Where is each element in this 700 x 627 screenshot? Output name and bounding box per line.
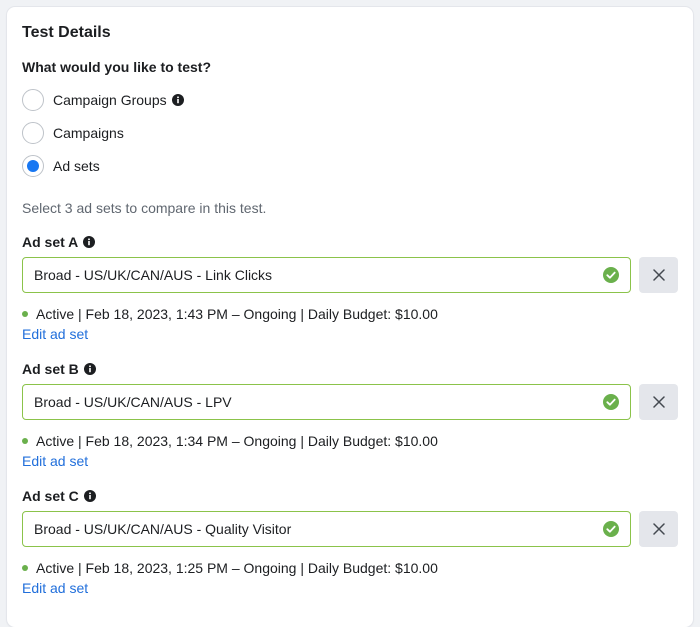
info-icon[interactable] — [83, 236, 96, 248]
adset-label: Ad set B — [22, 360, 678, 378]
close-icon — [652, 523, 665, 535]
adset-status: Active | Feb 18, 2023, 1:25 PM – Ongoing… — [22, 559, 678, 577]
adset-label-text: Ad set A — [22, 234, 79, 250]
test-type-radio-group: Campaign Groups Campaigns Ad sets — [22, 83, 678, 182]
radio-button[interactable] — [22, 88, 44, 111]
radio-selected-dot — [27, 159, 39, 172]
radio-label: Campaigns — [53, 124, 124, 141]
helper-text: Select 3 ad sets to compare in this test… — [22, 200, 267, 216]
adset-label: Ad set A — [22, 233, 678, 251]
adset-c-input[interactable]: Broad - US/UK/CAN/AUS - Quality Visitor — [22, 511, 631, 547]
adset-block-b: Ad set B Broad - US/UK/CAN/AUS - LPV Act… — [22, 360, 678, 471]
adset-block-a: Ad set A Broad - US/UK/CAN/AUS - Link Cl… — [22, 233, 678, 344]
info-icon[interactable] — [83, 490, 96, 502]
adset-status: Active | Feb 18, 2023, 1:34 PM – Ongoing… — [22, 432, 678, 450]
radio-option-ad-sets[interactable]: Ad sets — [22, 149, 678, 182]
adset-block-c: Ad set C Broad - US/UK/CAN/AUS - Quality… — [22, 487, 678, 598]
radio-button[interactable] — [22, 121, 44, 144]
radio-button-selected[interactable] — [22, 154, 44, 177]
info-icon[interactable] — [171, 93, 184, 106]
adset-status: Active | Feb 18, 2023, 1:43 PM – Ongoing… — [22, 305, 678, 323]
edit-adset-b-link[interactable]: Edit ad set — [22, 452, 88, 470]
adset-status-text: Active | Feb 18, 2023, 1:34 PM – Ongoing… — [36, 433, 438, 449]
info-icon[interactable] — [83, 363, 96, 375]
radio-label: Campaign Groups — [53, 91, 167, 108]
adset-label-text: Ad set C — [22, 488, 79, 504]
adset-b-input[interactable]: Broad - US/UK/CAN/AUS - LPV — [22, 384, 631, 420]
edit-adset-a-link[interactable]: Edit ad set — [22, 325, 88, 343]
check-circle-icon — [603, 267, 619, 283]
remove-adset-c-button[interactable] — [639, 511, 678, 547]
adset-input-value: Broad - US/UK/CAN/AUS - Quality Visitor — [34, 521, 292, 537]
radio-option-campaigns[interactable]: Campaigns — [22, 116, 678, 149]
check-circle-icon — [603, 521, 619, 537]
adset-status-text: Active | Feb 18, 2023, 1:25 PM – Ongoing… — [36, 560, 438, 576]
test-type-question: What would you like to test? — [22, 59, 211, 75]
close-icon — [652, 396, 665, 408]
active-status-dot — [22, 311, 28, 317]
close-icon — [652, 269, 665, 281]
remove-adset-b-button[interactable] — [639, 384, 678, 420]
adset-label-text: Ad set B — [22, 361, 79, 377]
remove-adset-a-button[interactable] — [639, 257, 678, 293]
active-status-dot — [22, 438, 28, 444]
adset-input-value: Broad - US/UK/CAN/AUS - LPV — [34, 394, 232, 410]
radio-option-campaign-groups[interactable]: Campaign Groups — [22, 83, 678, 116]
edit-adset-c-link[interactable]: Edit ad set — [22, 579, 88, 597]
adset-status-text: Active | Feb 18, 2023, 1:43 PM – Ongoing… — [36, 306, 438, 322]
check-circle-icon — [603, 394, 619, 410]
test-details-card: Test Details What would you like to test… — [7, 7, 693, 627]
adset-input-value: Broad - US/UK/CAN/AUS - Link Clicks — [34, 267, 273, 283]
adset-row: Broad - US/UK/CAN/AUS - LPV — [22, 384, 678, 420]
adset-row: Broad - US/UK/CAN/AUS - Quality Visitor — [22, 511, 678, 547]
adset-label: Ad set C — [22, 487, 678, 505]
adset-a-input[interactable]: Broad - US/UK/CAN/AUS - Link Clicks — [22, 257, 631, 293]
adset-row: Broad - US/UK/CAN/AUS - Link Clicks — [22, 257, 678, 293]
section-title: Test Details — [22, 24, 111, 41]
active-status-dot — [22, 565, 28, 571]
radio-label: Ad sets — [53, 157, 100, 174]
